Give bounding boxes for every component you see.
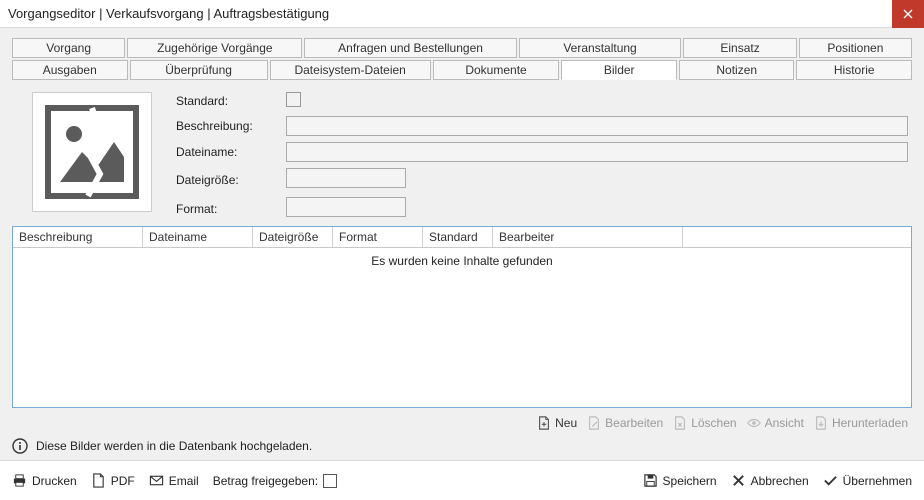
tab-dateisystem[interactable]: Dateisystem-Dateien — [270, 60, 431, 80]
col-bearbeiter[interactable]: Bearbeiter — [493, 227, 683, 247]
footer: Drucken PDF Email Betrag freigegeben: Sp… — [0, 460, 924, 500]
dateiname-field[interactable] — [286, 142, 908, 162]
format-field[interactable] — [286, 197, 406, 217]
image-table: Beschreibung Dateiname Dateigröße Format… — [12, 226, 912, 408]
info-row: Diese Bilder werden in die Datenbank hoc… — [12, 434, 912, 456]
table-head: Beschreibung Dateiname Dateigröße Format… — [13, 227, 911, 248]
betrag-freigegeben: Betrag freigegeben: — [213, 474, 337, 488]
tab-ueberpruefung[interactable]: Überprüfung — [130, 60, 268, 80]
tab-notizen[interactable]: Notizen — [679, 60, 795, 80]
close-icon — [903, 9, 913, 19]
col-dateiname[interactable]: Dateiname — [143, 227, 253, 247]
tab-ausgaben[interactable]: Ausgaben — [12, 60, 128, 80]
drucken-button[interactable]: Drucken — [12, 473, 77, 488]
footer-left: Drucken PDF Email Betrag freigegeben: — [12, 473, 337, 488]
cancel-icon — [731, 473, 746, 488]
file-edit-icon — [587, 416, 601, 430]
work-area: Vorgang Zugehörige Vorgänge Anfragen und… — [0, 28, 924, 460]
standard-label: Standard: — [176, 94, 286, 108]
neu-button[interactable]: Neu — [533, 414, 581, 432]
window-titlebar: Vorgangseditor | Verkaufsvorgang | Auftr… — [0, 0, 924, 28]
tabs-area: Vorgang Zugehörige Vorgänge Anfragen und… — [12, 38, 912, 80]
pdf-button[interactable]: PDF — [91, 473, 135, 488]
tabs-row-2: Ausgaben Überprüfung Dateisystem-Dateien… — [12, 60, 912, 80]
tab-zugehoerige[interactable]: Zugehörige Vorgänge — [127, 38, 302, 58]
col-dateigroesse[interactable]: Dateigröße — [253, 227, 333, 247]
abbrechen-button[interactable]: Abbrechen — [731, 473, 809, 488]
form-fields: Standard: Beschreibung: Dateiname: Datei… — [176, 92, 908, 220]
beschreibung-label: Beschreibung: — [176, 119, 286, 133]
speichern-button[interactable]: Speichern — [643, 473, 717, 488]
dateiname-label: Dateiname: — [176, 145, 286, 159]
herunterladen-button[interactable]: Herunterladen — [810, 414, 912, 432]
email-button[interactable]: Email — [149, 473, 199, 488]
dateigroesse-label: Dateigröße: — [176, 173, 286, 187]
tab-anfragen[interactable]: Anfragen und Bestellungen — [304, 38, 516, 58]
format-label: Format: — [176, 202, 286, 216]
bearbeiten-button[interactable]: Bearbeiten — [583, 414, 667, 432]
beschreibung-field[interactable] — [286, 116, 908, 136]
file-plus-icon — [537, 416, 551, 430]
pdf-icon — [91, 473, 106, 488]
col-beschreibung[interactable]: Beschreibung — [13, 227, 143, 247]
tab-positionen[interactable]: Positionen — [799, 38, 912, 58]
col-format[interactable]: Format — [333, 227, 423, 247]
save-icon — [643, 473, 658, 488]
ansicht-button[interactable]: Ansicht — [743, 414, 808, 432]
window-title: Vorgangseditor | Verkaufsvorgang | Auftr… — [8, 6, 329, 21]
action-row: Neu Bearbeiten Löschen Ansicht Herunterl… — [12, 408, 912, 434]
info-icon — [12, 438, 28, 454]
print-icon — [12, 473, 27, 488]
tab-bilder[interactable]: Bilder — [561, 60, 677, 80]
check-icon — [823, 473, 838, 488]
tab-vorgang[interactable]: Vorgang — [12, 38, 125, 58]
info-text: Diese Bilder werden in die Datenbank hoc… — [36, 439, 312, 453]
window-close-button[interactable] — [892, 0, 924, 28]
email-icon — [149, 473, 164, 488]
broken-image-icon — [42, 102, 142, 202]
file-download-icon — [814, 416, 828, 430]
standard-checkbox[interactable] — [286, 92, 301, 107]
dateigroesse-field[interactable] — [286, 168, 406, 188]
form-panel: Standard: Beschreibung: Dateiname: Datei… — [12, 80, 912, 226]
tab-historie[interactable]: Historie — [796, 60, 912, 80]
footer-right: Speichern Abbrechen Übernehmen — [643, 473, 912, 488]
tabs-row-1: Vorgang Zugehörige Vorgänge Anfragen und… — [12, 38, 912, 58]
tab-einsatz[interactable]: Einsatz — [683, 38, 796, 58]
eye-icon — [747, 416, 761, 430]
tab-dokumente[interactable]: Dokumente — [433, 60, 560, 80]
image-placeholder — [32, 92, 152, 212]
betrag-checkbox[interactable] — [323, 474, 337, 488]
tab-veranstaltung[interactable]: Veranstaltung — [519, 38, 682, 58]
table-empty-text: Es wurden keine Inhalte gefunden — [13, 248, 911, 407]
col-standard[interactable]: Standard — [423, 227, 493, 247]
loeschen-button[interactable]: Löschen — [669, 414, 740, 432]
file-delete-icon — [673, 416, 687, 430]
uebernehmen-button[interactable]: Übernehmen — [823, 473, 912, 488]
